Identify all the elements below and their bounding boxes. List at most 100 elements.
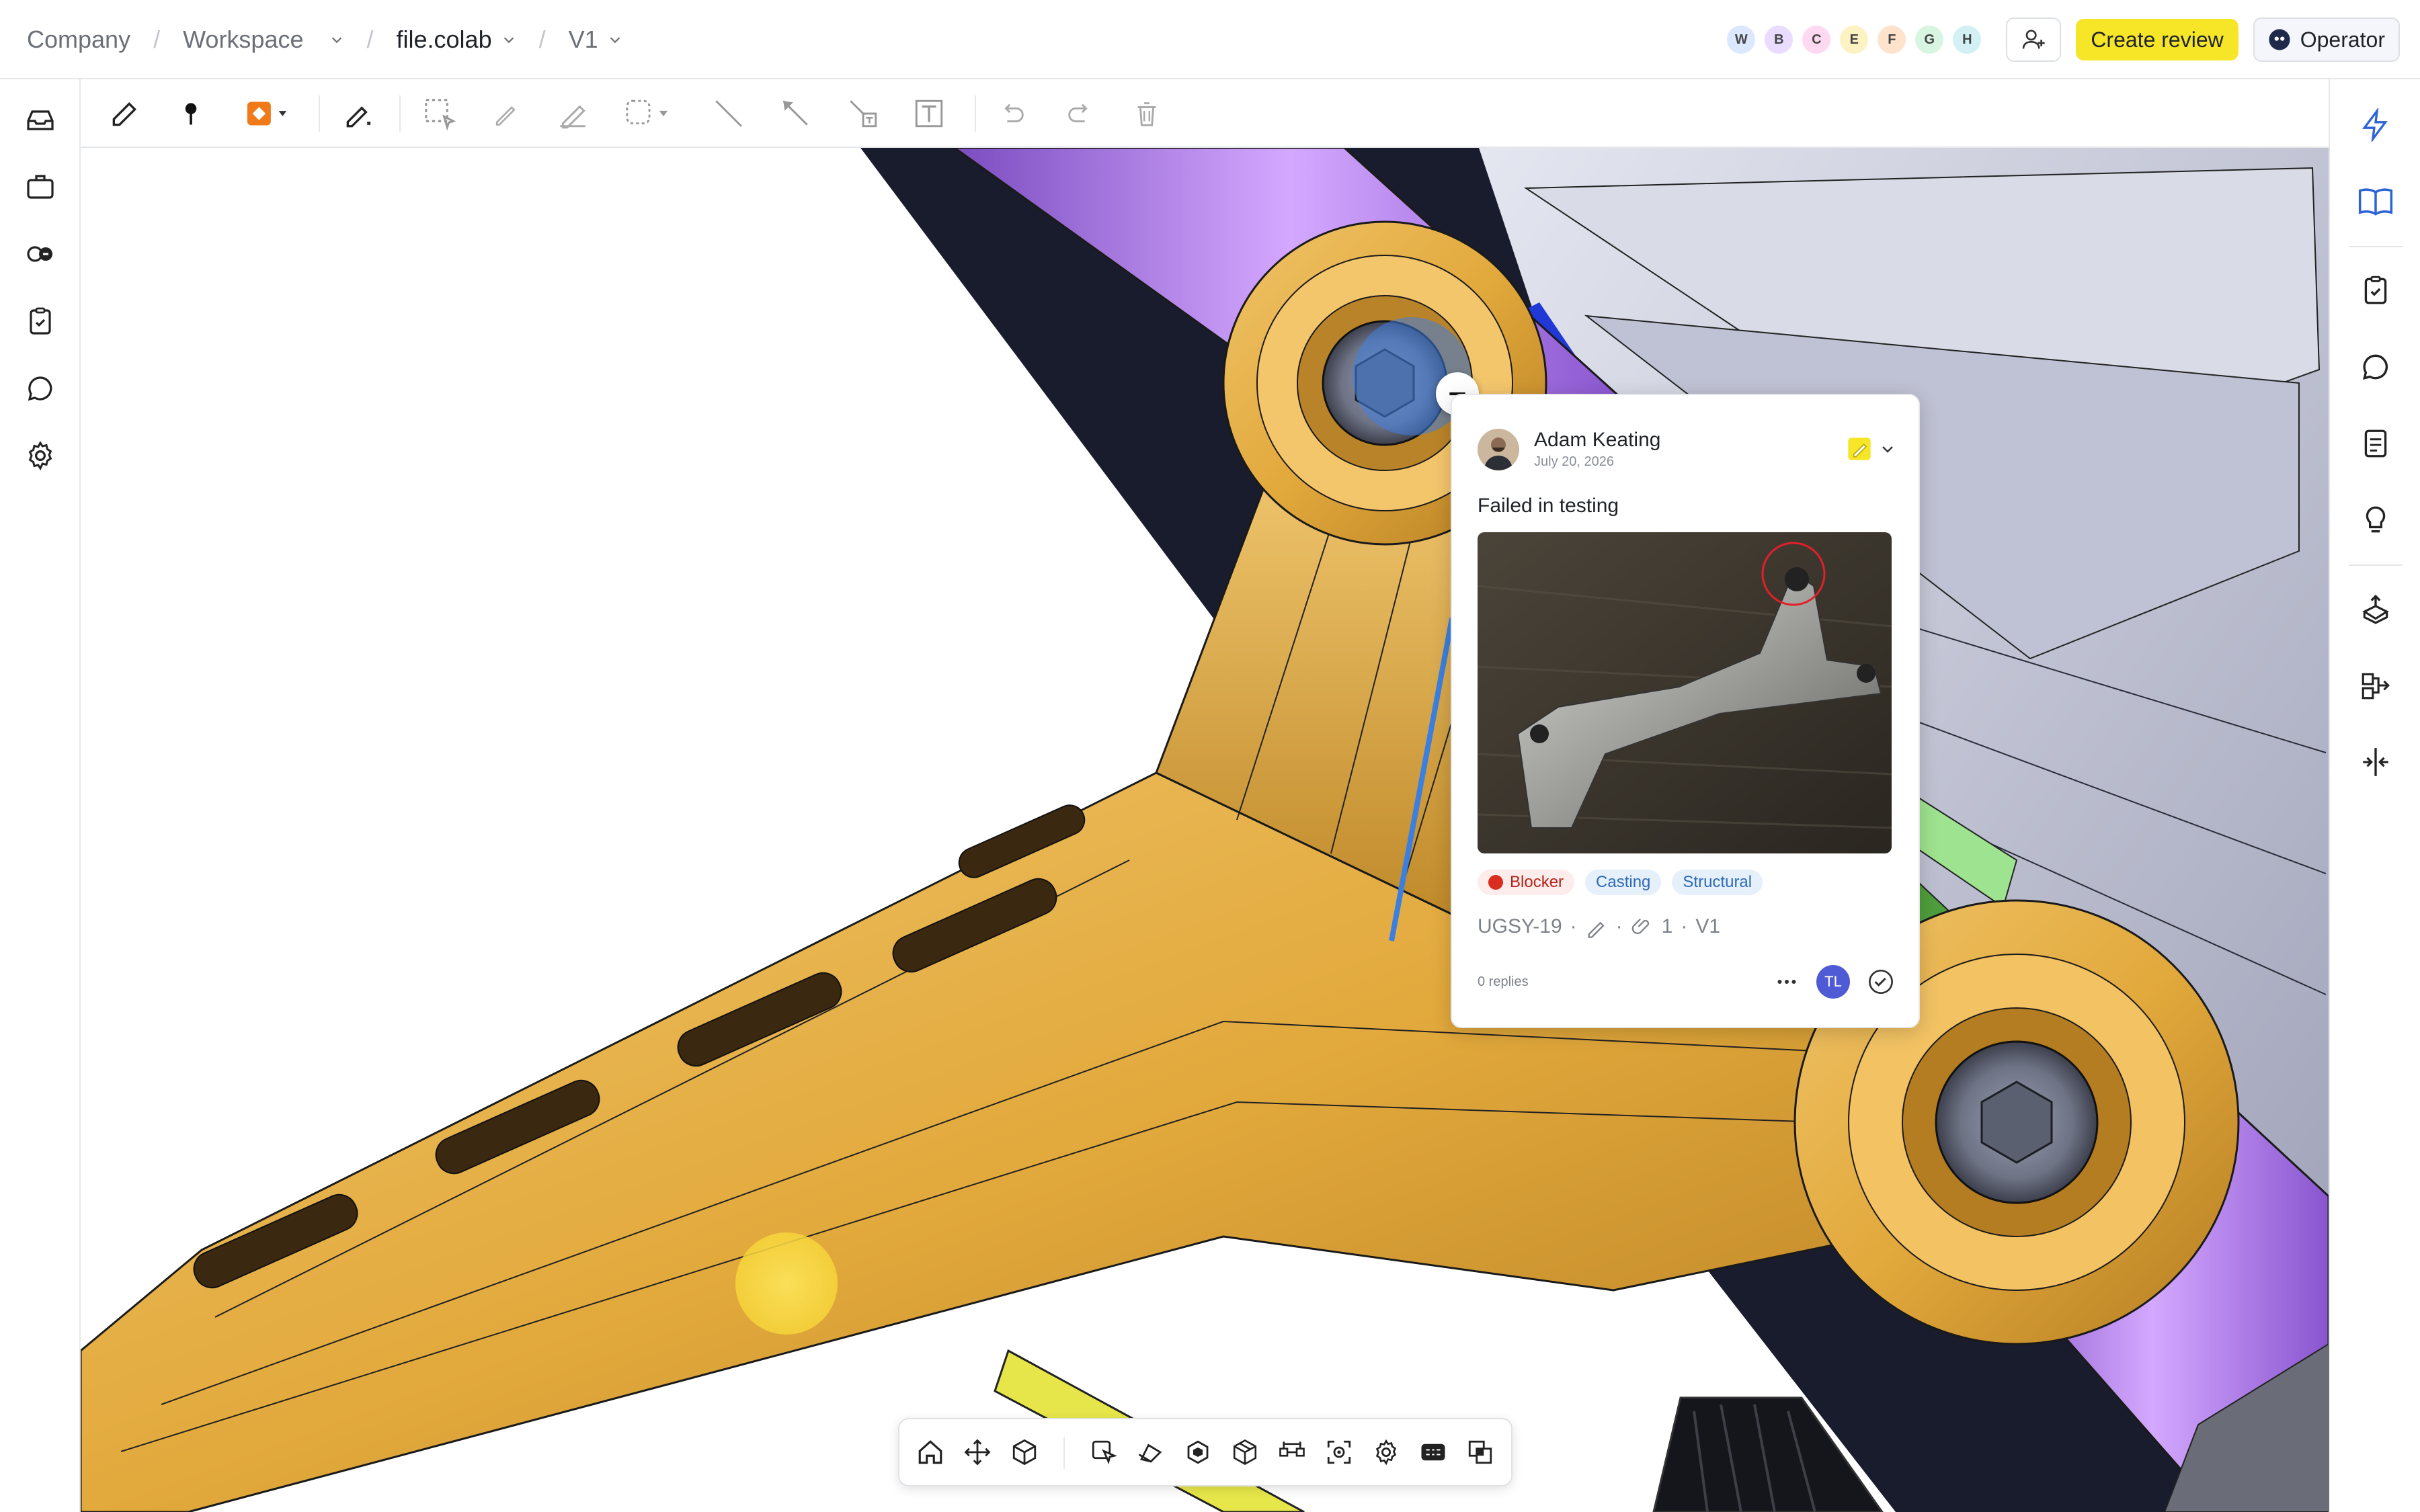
author-avatar xyxy=(1478,429,1519,470)
collaborator-avatar[interactable]: E xyxy=(1838,24,1871,56)
comment-meta: UGSY-19 · · 1 · V1 xyxy=(1478,915,1720,938)
home-icon[interactable] xyxy=(913,1435,948,1470)
focus-target-icon[interactable] xyxy=(1322,1435,1357,1470)
pan-icon[interactable] xyxy=(960,1435,995,1470)
callout-icon[interactable] xyxy=(844,95,882,132)
resolve-check-icon[interactable] xyxy=(1867,968,1894,995)
highlighter-icon[interactable] xyxy=(554,95,592,132)
split-view-icon[interactable] xyxy=(2357,743,2394,781)
edit-pencil-icon[interactable] xyxy=(106,95,144,132)
text-box-icon[interactable] xyxy=(910,95,948,132)
comment-id[interactable]: UGSY-19 xyxy=(1478,915,1562,938)
meta-separator: · xyxy=(1570,915,1577,937)
view-settings-gear-icon[interactable] xyxy=(1369,1435,1404,1470)
arrow-icon[interactable] xyxy=(777,95,815,132)
assignee-avatar[interactable]: TL xyxy=(1816,965,1850,999)
compare-overlay-icon[interactable] xyxy=(1463,1435,1498,1470)
briefcase-icon[interactable] xyxy=(22,168,59,206)
redo-icon[interactable] xyxy=(1061,95,1098,132)
sidebar-divider xyxy=(2349,564,2403,566)
breadcrumb-company[interactable]: Company xyxy=(27,26,130,54)
breadcrumb-version[interactable]: V1 xyxy=(569,26,622,54)
breadcrumb-separator: / xyxy=(538,26,546,53)
tag-blocker[interactable]: Blocker xyxy=(1478,870,1575,895)
section-cut-icon[interactable] xyxy=(1133,1435,1168,1470)
collaborator-avatar[interactable]: W xyxy=(1725,24,1758,56)
add-user-icon xyxy=(2022,30,2045,49)
shape-select-icon[interactable] xyxy=(621,95,675,132)
comment-card[interactable]: Adam Keating July 20, 2026 Failed in tes… xyxy=(1451,394,1920,1028)
integrations-icon[interactable] xyxy=(22,235,59,273)
comment-text: Failed in testing xyxy=(1478,495,1619,517)
cad-model-render[interactable] xyxy=(81,148,2329,1512)
clipboard-check-icon[interactable] xyxy=(22,302,59,340)
clipboard-check-icon[interactable] xyxy=(2357,271,2394,309)
inbox-icon[interactable] xyxy=(22,101,59,138)
comment-actions: TL xyxy=(1775,965,1894,999)
3d-viewport[interactable] xyxy=(81,148,2329,1512)
settings-gear-icon[interactable] xyxy=(22,437,59,474)
pin-icon[interactable] xyxy=(172,95,210,132)
annotation-toolbar xyxy=(81,79,2329,148)
collaborator-avatar[interactable]: B xyxy=(1763,24,1796,56)
breadcrumb-workspace[interactable]: Workspace xyxy=(183,26,344,54)
meta-separator: · xyxy=(1615,915,1623,937)
trash-icon[interactable] xyxy=(1128,95,1166,132)
comment-date: July 20, 2026 xyxy=(1534,454,1614,469)
breadcrumb-separator: / xyxy=(366,26,374,53)
invite-user-button[interactable] xyxy=(2006,17,2062,62)
color-picker-button[interactable] xyxy=(238,95,298,132)
open-book-icon[interactable] xyxy=(2357,183,2394,220)
view-toolbar xyxy=(898,1418,1513,1486)
wireframe-cube-icon[interactable] xyxy=(1227,1435,1262,1470)
header-actions: WBCEFGH Create review Operator xyxy=(1725,0,2400,79)
create-review-button[interactable]: Create review xyxy=(2076,19,2238,60)
sidebar-divider xyxy=(2349,246,2403,247)
explode-icon[interactable] xyxy=(1180,1435,1215,1470)
replies-count[interactable]: 0 replies xyxy=(1478,974,1529,990)
collaborator-avatar[interactable]: G xyxy=(1913,24,1946,56)
undo-icon[interactable] xyxy=(994,95,1031,132)
breadcrumb-file[interactable]: file.colab xyxy=(397,26,516,54)
toolbar-divider xyxy=(399,95,401,132)
collaborator-avatar[interactable]: F xyxy=(1876,24,1908,56)
checklist-icon[interactable] xyxy=(2357,425,2394,462)
chevron-down-icon xyxy=(503,37,514,44)
chevron-down-icon xyxy=(331,37,341,44)
failed-part-photo xyxy=(1478,532,1892,853)
toolbar-divider xyxy=(319,95,320,132)
comment-icon[interactable] xyxy=(22,370,59,407)
cube-icon[interactable] xyxy=(1007,1435,1042,1470)
more-options-icon[interactable] xyxy=(1775,970,1799,994)
pencil-icon[interactable] xyxy=(487,95,524,132)
lightbulb-icon[interactable] xyxy=(2357,501,2394,539)
select-cursor-icon[interactable] xyxy=(1086,1435,1121,1470)
operator-button[interactable]: Operator xyxy=(2253,17,2400,62)
tag-casting[interactable]: Casting xyxy=(1585,870,1662,895)
collaborator-avatar[interactable]: H xyxy=(1951,24,1984,56)
bom-icon[interactable] xyxy=(1416,1435,1451,1470)
flow-export-icon[interactable] xyxy=(2357,667,2394,704)
left-sidebar xyxy=(0,79,81,1512)
line-icon[interactable] xyxy=(710,95,748,132)
breadcrumb-separator: / xyxy=(153,26,161,53)
chevron-down-icon[interactable] xyxy=(1880,441,1896,457)
operator-icon xyxy=(2269,29,2290,50)
lightning-icon[interactable] xyxy=(2357,106,2394,144)
upload-cube-icon[interactable] xyxy=(2357,590,2394,628)
measure-icon[interactable] xyxy=(1275,1435,1309,1470)
sticky-note-icon[interactable] xyxy=(1846,435,1873,462)
select-area-icon[interactable] xyxy=(421,95,458,132)
markup-pen-icon[interactable] xyxy=(340,95,378,132)
tag-structural[interactable]: Structural xyxy=(1672,870,1763,895)
attachment-photo[interactable] xyxy=(1478,532,1892,853)
chevron-down-icon xyxy=(610,37,620,44)
comment-version: V1 xyxy=(1695,915,1721,937)
author-name: Adam Keating xyxy=(1534,429,1661,451)
collaborator-avatars[interactable]: WBCEFGH xyxy=(1725,24,1984,56)
collaborator-avatar[interactable]: C xyxy=(1800,24,1833,56)
comment-tags: Blocker Casting Structural xyxy=(1478,870,1763,895)
markup-pencil-icon xyxy=(1588,921,1605,938)
comment-icon[interactable] xyxy=(2357,348,2394,386)
attachment-count: 1 xyxy=(1661,915,1673,937)
